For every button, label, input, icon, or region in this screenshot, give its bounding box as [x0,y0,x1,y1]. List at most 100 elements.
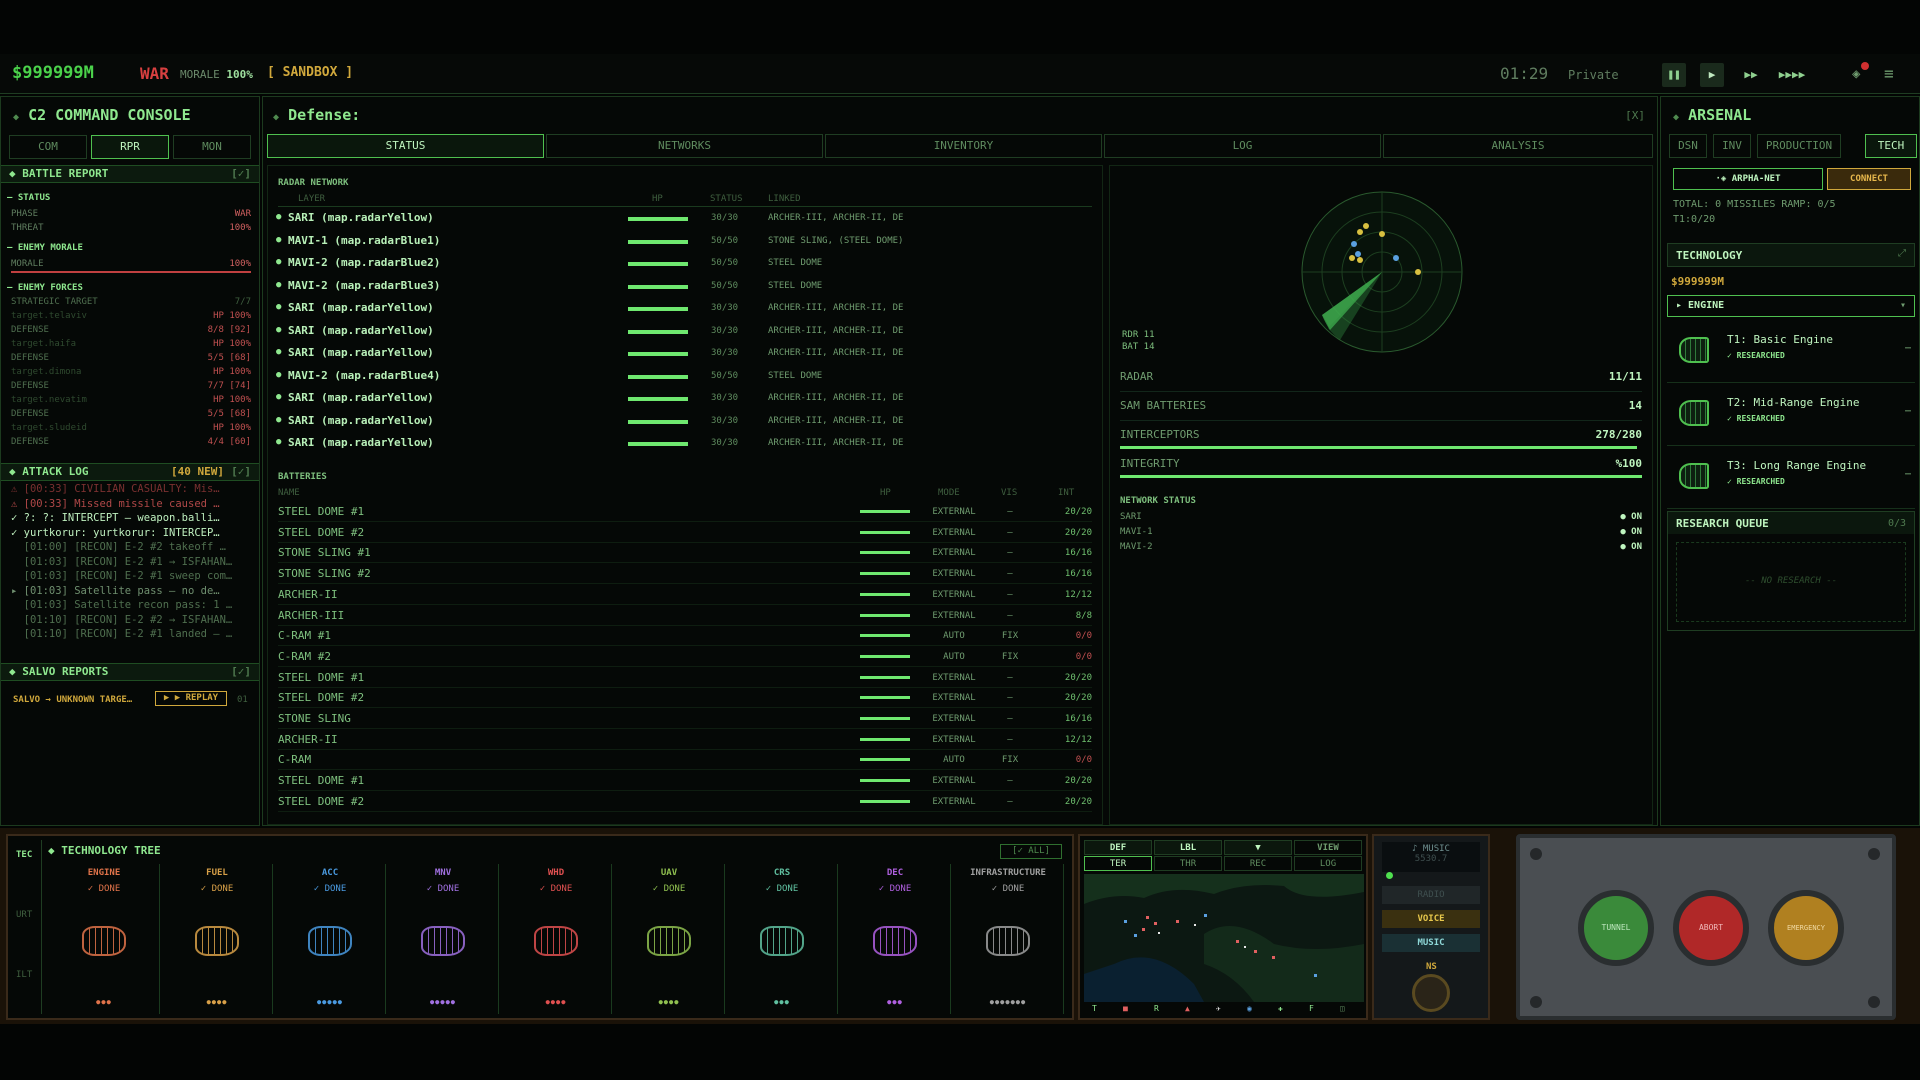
minimap[interactable] [1084,874,1364,1002]
battery-row[interactable]: STONE SLING EXTERNAL — 16/16 [278,709,1092,729]
battery-row[interactable]: ARCHER-II EXTERNAL — 12/12 [278,730,1092,750]
map-legend-item[interactable]: ◉ [1247,1004,1252,1013]
battery-row[interactable]: STEEL DOME #1 EXTERNAL — 20/20 [278,771,1092,792]
log-entry[interactable]: ⚠ [00:33] Missed missile caused … [11,498,256,510]
map-legend-item[interactable]: R [1154,1004,1159,1013]
salvo-reports-header[interactable]: ◆ SALVO REPORTS [✓] [1,663,259,681]
tab-com[interactable]: COM [9,135,87,159]
tech-card[interactable]: T2: Mid-Range Engine ✓ RESEARCHED ⋯ [1667,386,1915,446]
radar-row[interactable]: ● MAVI-1 (map.radarBlue1) 50/50 STONE SLING… [268,231,1098,253]
radar-row[interactable]: ● SARI (map.radarYellow) 30/30 ARCHER-III, … [268,208,1098,230]
tech-category-acc[interactable]: ACC ✓ DONE ●●●●● [274,864,386,1014]
connect-button[interactable]: CONNECT [1827,168,1911,190]
tech-category-mnv[interactable]: MNV ✓ DONE ●●●●● [387,864,499,1014]
alert-icon[interactable]: ◈ [1852,66,1860,82]
engine-select[interactable]: ▸ ENGINE ▾ [1667,295,1915,317]
map-tab-1[interactable]: LBL [1154,840,1222,855]
map-legend-item[interactable]: ✚ [1278,1004,1283,1013]
battery-row[interactable]: STEEL DOME #1 EXTERNAL — 20/20 [278,668,1092,688]
battery-row[interactable]: STEEL DOME #2 EXTERNAL — 20/20 [278,688,1092,709]
log-entry[interactable]: [01:03] [RECON] E-2 #1 → ISFAHAN… [11,556,256,568]
play-button[interactable]: ▶ [1700,63,1724,87]
tech-category-uav[interactable]: UAV ✓ DONE ●●●● [613,864,725,1014]
log-entry[interactable]: ✓ ?: ?: INTERCEPT — weapon.balli… [11,512,256,524]
salvo-item[interactable]: SALVO → UNKNOWN TARGE… [13,695,132,705]
radar-row[interactable]: ● MAVI-2 (map.radarBlue2) 50/50 STEEL DOME [268,253,1098,275]
pause-button[interactable]: ❚❚ [1662,63,1686,87]
tech-category-engine[interactable]: ENGINE ✓ DONE ●●● [48,864,160,1014]
map-legend-item[interactable]: ▲ [1185,1004,1190,1013]
battery-row[interactable]: STONE SLING #1 EXTERNAL — 16/16 [278,543,1092,564]
voice-button[interactable]: VOICE [1382,910,1480,928]
tab-networks[interactable]: NETWORKS [546,134,823,158]
map-layer-tab-2[interactable]: REC [1224,856,1292,871]
menu-icon[interactable]: ≡ [1884,64,1894,83]
log-entry[interactable]: ▸ [01:03] Satellite pass — no de… [11,585,256,597]
log-entry[interactable]: ✓ yurtkorur: yurtkorur: INTERCEP… [11,527,256,539]
fast-forward-button[interactable]: ▶▶ [1736,63,1766,87]
battery-row[interactable]: C-RAM AUTO FIX 0/0 [278,750,1092,771]
tab-log[interactable]: LOG [1104,134,1381,158]
radio-button[interactable]: RADIO [1382,886,1480,904]
close-button[interactable]: [X] [1625,109,1645,122]
more-icon[interactable]: ⋯ [1905,406,1911,417]
log-entry[interactable]: [01:03] Satellite recon pass: 1 … [11,599,256,611]
battery-row[interactable]: C-RAM #1 AUTO FIX 0/0 [278,626,1092,647]
tab-mon[interactable]: MON [173,135,251,159]
tech-category-infrastructure[interactable]: INFRASTRUCTURE ✓ DONE ●●●●●●● [952,864,1064,1014]
tab-inventory[interactable]: INVENTORY [825,134,1102,158]
abort-button[interactable]: ABORT [1673,890,1749,966]
more-icon[interactable]: ⋯ [1905,469,1911,480]
expand-icon[interactable]: ⤢ [1898,248,1906,259]
tab-status[interactable]: STATUS [267,134,544,158]
map-tab-2[interactable]: ▼ [1224,840,1292,855]
select-all-button[interactable]: [✓ ALL] [1000,844,1062,859]
tech-category-whd[interactable]: WHD ✓ DONE ●●●● [500,864,612,1014]
salvo-reports-flag[interactable]: [✓] [231,664,251,680]
tab-production[interactable]: PRODUCTION [1757,134,1841,158]
tab-analysis[interactable]: ANALYSIS [1383,134,1653,158]
radar-row[interactable]: ● SARI (map.radarYellow) 30/30 ARCHER-III, … [268,411,1098,433]
radar-row[interactable]: ● MAVI-2 (map.radarBlue3) 50/50 STEEL DOME [268,276,1098,298]
battery-row[interactable]: STEEL DOME #2 EXTERNAL — 20/20 [278,792,1092,812]
map-layer-tab-0[interactable]: TER [1084,856,1152,871]
fastest-button[interactable]: ▶▶▶▶ [1772,63,1812,87]
arpha-net-button[interactable]: ·◈ ARPHA-NET [1673,168,1823,190]
battery-row[interactable]: C-RAM #2 AUTO FIX 0/0 [278,647,1092,667]
map-tab-0[interactable]: DEF [1084,840,1152,855]
side-tab-tec[interactable]: TEC [16,850,36,861]
map-legend-item[interactable]: F [1309,1004,1314,1013]
map-legend-item[interactable]: T [1092,1004,1097,1013]
map-legend-item[interactable]: ■ [1123,1004,1128,1013]
side-tab-ilt[interactable]: ILT [16,970,36,981]
radar-row[interactable]: ● SARI (map.radarYellow) 30/30 ARCHER-III, … [268,388,1098,410]
map-tab-3[interactable]: VIEW [1294,840,1362,855]
log-entry[interactable]: [01:10] [RECON] E-2 #2 → ISFAHAN… [11,614,256,626]
replay-button[interactable]: ▶ ▶ REPLAY [155,691,227,706]
battle-report-header[interactable]: ◆ BATTLE REPORT [✓] [1,165,259,183]
more-icon[interactable]: ⋯ [1905,343,1911,354]
tech-card[interactable]: T3: Long Range Engine ✓ RESEARCHED ⋯ [1667,449,1915,509]
battery-row[interactable]: STEEL DOME #2 EXTERNAL — 20/20 [278,523,1092,543]
attack-log-header[interactable]: ◆ ATTACK LOG [40 NEW] [✓] [1,463,259,481]
tunnel-button[interactable]: TUNNEL [1578,890,1654,966]
log-entry[interactable]: ⚠ [00:33] CIVILIAN CASUALTY: Mis… [11,483,256,495]
map-layer-tab-1[interactable]: THR [1154,856,1222,871]
battery-row[interactable]: ARCHER-III EXTERNAL — 8/8 [278,606,1092,626]
radar-row[interactable]: ● SARI (map.radarYellow) 30/30 ARCHER-III, … [268,298,1098,320]
attack-log-flag[interactable]: [✓] [231,464,251,480]
battery-row[interactable]: STEEL DOME #1 EXTERNAL — 20/20 [278,502,1092,522]
radar-row[interactable]: ● SARI (map.radarYellow) 30/30 ARCHER-III, … [268,433,1098,455]
music-button[interactable]: MUSIC [1382,934,1480,952]
side-tab-urt[interactable]: URT [16,910,36,921]
log-entry[interactable]: [01:00] [RECON] E-2 #2 takeoff … [11,541,256,553]
radar-row[interactable]: ● MAVI-2 (map.radarBlue4) 50/50 STEEL DOME [268,366,1098,388]
tech-category-fuel[interactable]: FUEL ✓ DONE ●●●● [161,864,273,1014]
battery-row[interactable]: STONE SLING #2 EXTERNAL — 16/16 [278,564,1092,585]
log-entry[interactable]: [01:10] [RECON] E-2 #1 landed — … [11,628,256,640]
radar-row[interactable]: ● SARI (map.radarYellow) 30/30 ARCHER-III, … [268,343,1098,365]
battery-row[interactable]: ARCHER-II EXTERNAL — 12/12 [278,585,1092,605]
log-entry[interactable]: [01:03] [RECON] E-2 #1 sweep com… [11,570,256,582]
tech-category-crs[interactable]: CRS ✓ DONE ●●● [726,864,838,1014]
tab-inv[interactable]: INV [1713,134,1751,158]
